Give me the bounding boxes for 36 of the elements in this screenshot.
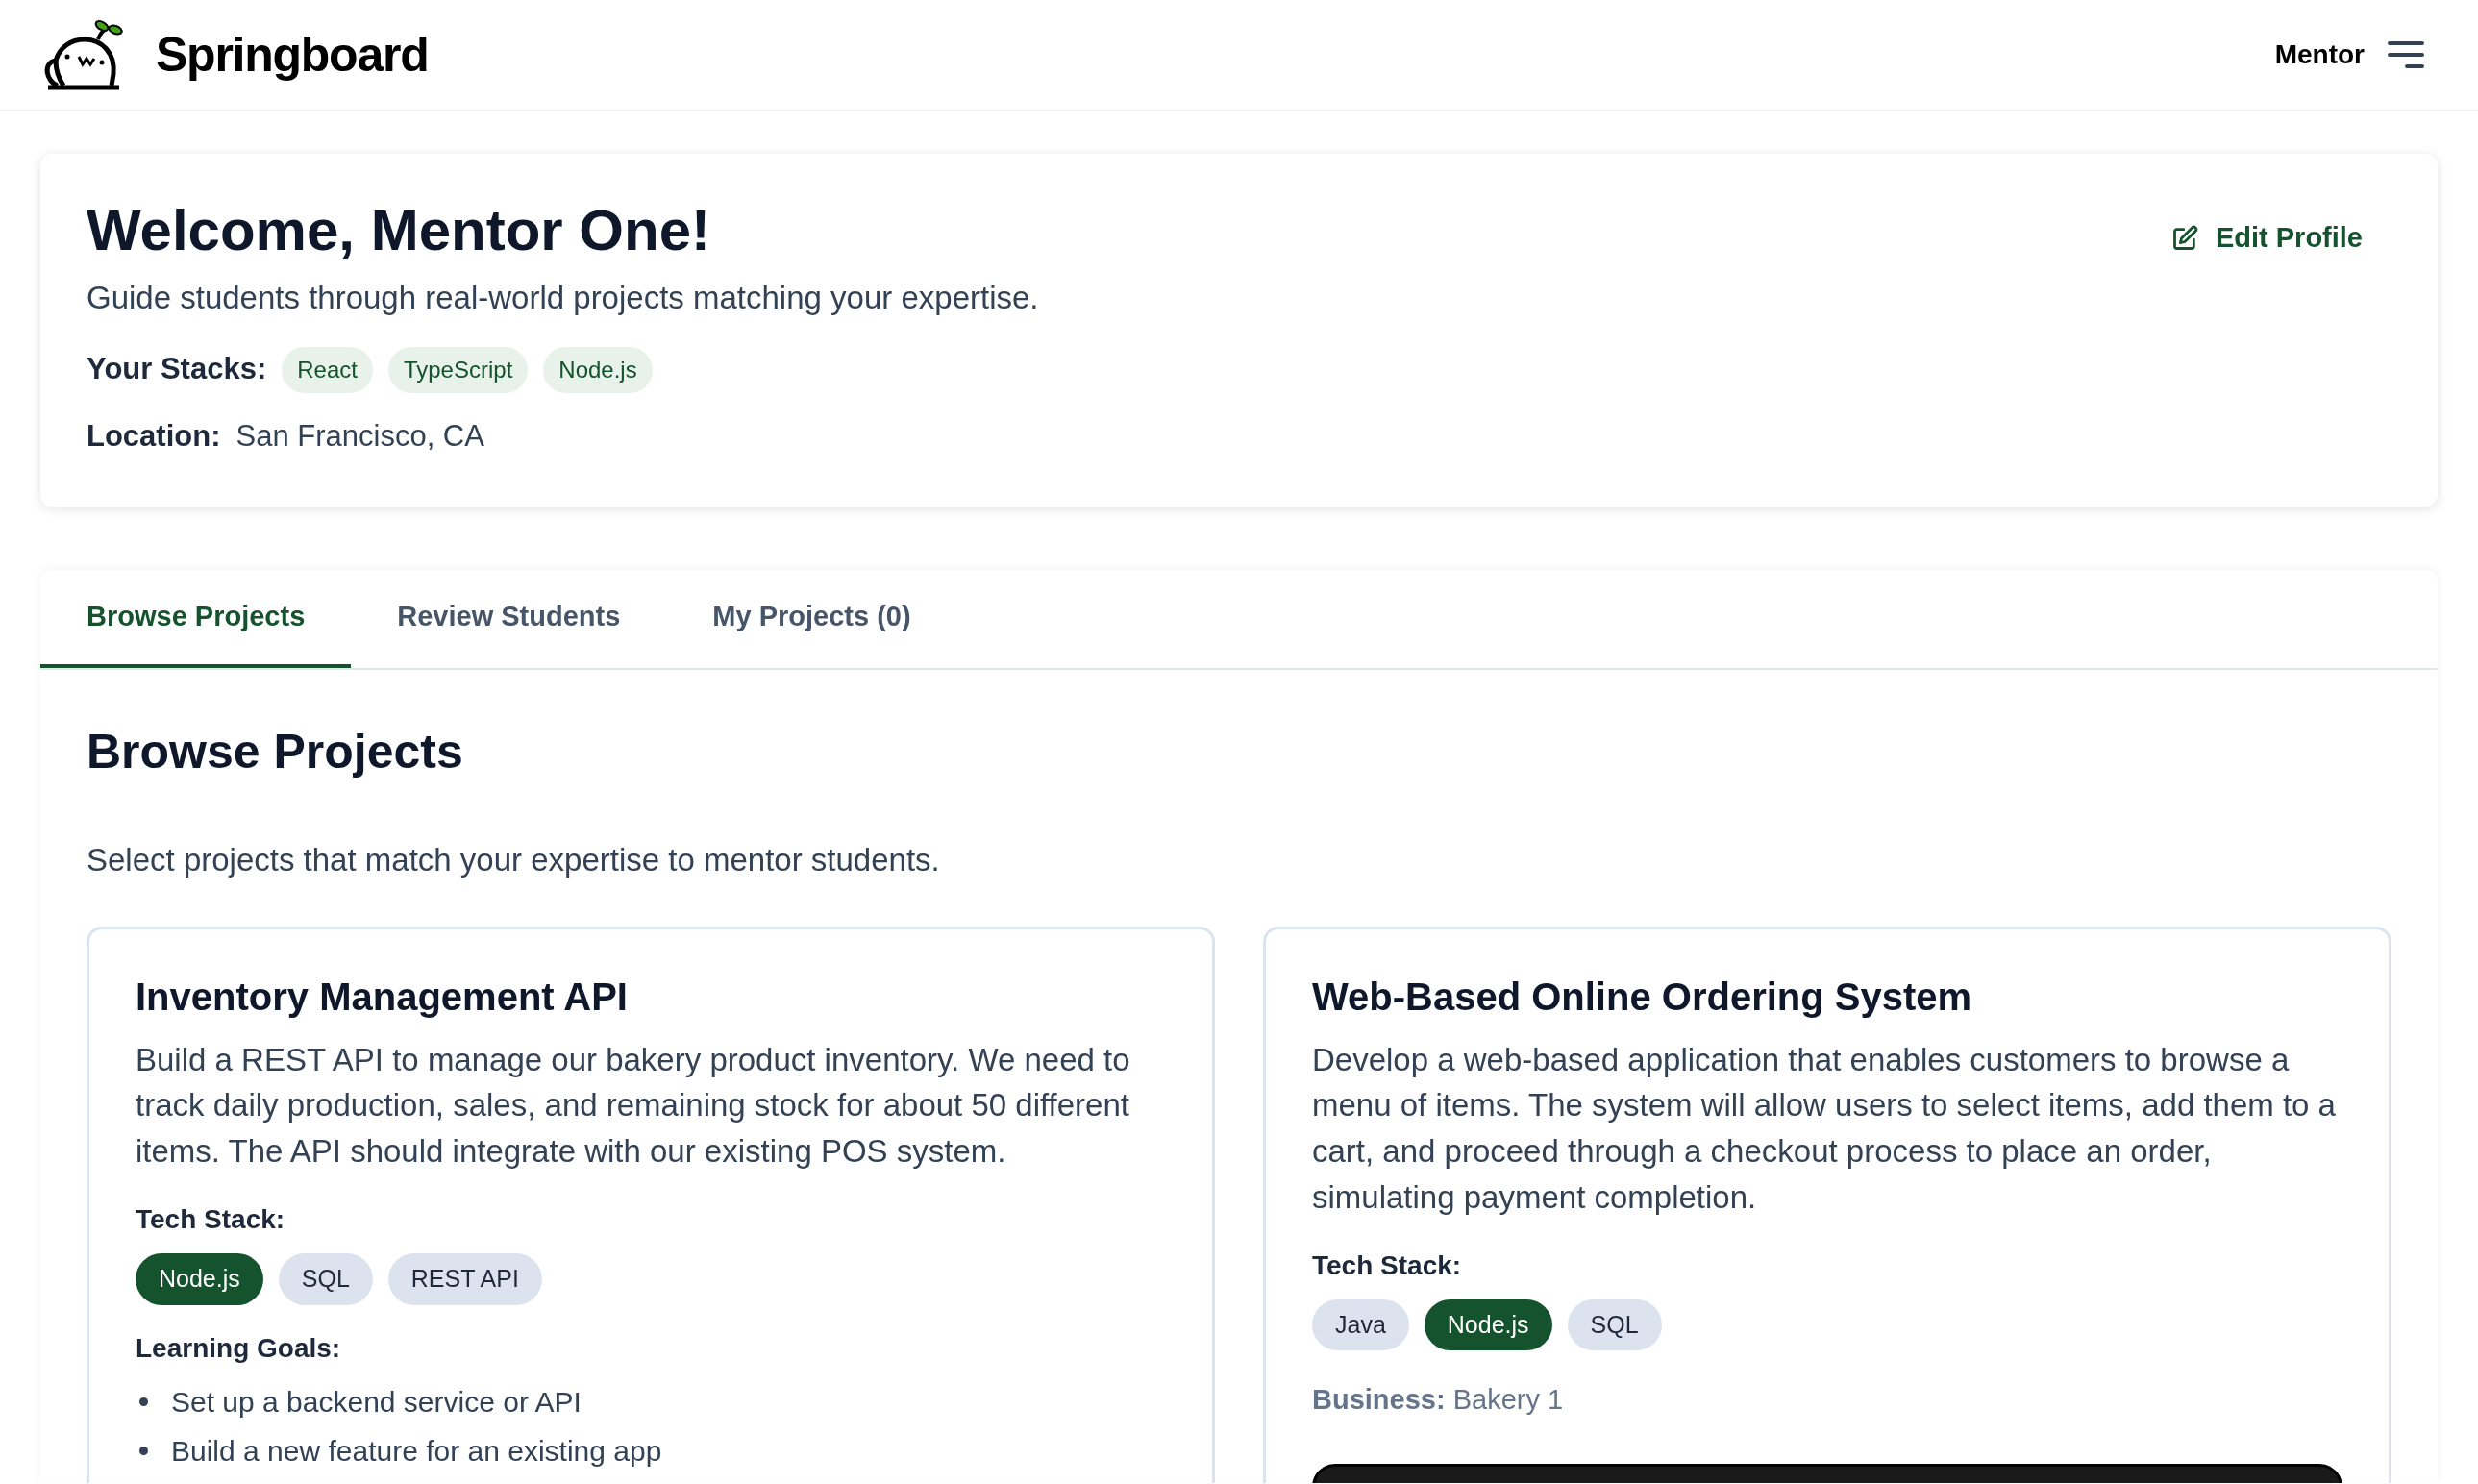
learning-goal: Build a new feature for an existing app: [171, 1433, 662, 1469]
tech-stack-label: Tech Stack:: [1312, 1249, 1463, 1282]
section-description: Select projects that match your expertise to mentor students.: [87, 841, 941, 879]
tech-tag: SQL: [278, 1253, 373, 1305]
tech-tag: REST API: [387, 1253, 542, 1305]
bullet-icon: [139, 1397, 148, 1406]
tech-tag: Node.js: [1424, 1298, 1552, 1351]
project-description: Build a REST API to manage our bakery product inventory. We need to track daily production, sales, and remaining stock for about 50 different items. The API should integrate with our existing POS system.: [136, 1040, 1131, 1172]
stack-tag: TypeScript: [387, 346, 529, 393]
tab[interactable]: Browse Projects: [40, 570, 352, 668]
project-title: Web-Based Online Ordering System: [1312, 974, 1973, 1020]
location-value: San Francisco, CA: [235, 417, 484, 455]
edit-icon: [2170, 224, 2198, 252]
role-label: Mentor: [2274, 38, 2365, 71]
edit-profile-button[interactable]: Edit Profile: [2170, 217, 2363, 260]
stack-tag: Node.js: [543, 346, 653, 393]
profile-subtitle: Guide students through real-world projects matching your expertise.: [87, 279, 1039, 317]
welcome-heading: Welcome, Mentor One!: [87, 197, 711, 264]
tab[interactable]: My Projects (0): [666, 570, 957, 668]
learning-goal: Set up a backend service or API: [171, 1384, 582, 1420]
menu-icon[interactable]: [2388, 40, 2424, 69]
tech-tag: SQL: [1567, 1298, 1662, 1351]
tech-tag: Node.js: [136, 1253, 263, 1305]
learning-goals-label: Learning Goals:: [136, 1331, 342, 1365]
stack-tag: React: [282, 346, 373, 393]
section-heading: Browse Projects: [87, 724, 464, 780]
stacks-label: Your Stacks:: [87, 351, 267, 388]
tech-tag: Java: [1312, 1298, 1409, 1351]
project-description: Develop a web-based application that enables customers to browse a menu of items. The system will allow users to select items, add them to a cart, and proceed through a checkout process to place an order, simulating payment completion.: [1312, 1040, 2337, 1218]
brand-name: Springboard: [156, 26, 429, 84]
tech-stack-label: Tech Stack:: [136, 1203, 286, 1237]
project-title: Inventory Management API: [136, 974, 629, 1020]
bullet-icon: [139, 1446, 148, 1455]
business-info: Business: Bakery 1: [1312, 1383, 1565, 1418]
tab[interactable]: Review Students: [351, 570, 667, 668]
location-label: Location:: [87, 417, 221, 455]
